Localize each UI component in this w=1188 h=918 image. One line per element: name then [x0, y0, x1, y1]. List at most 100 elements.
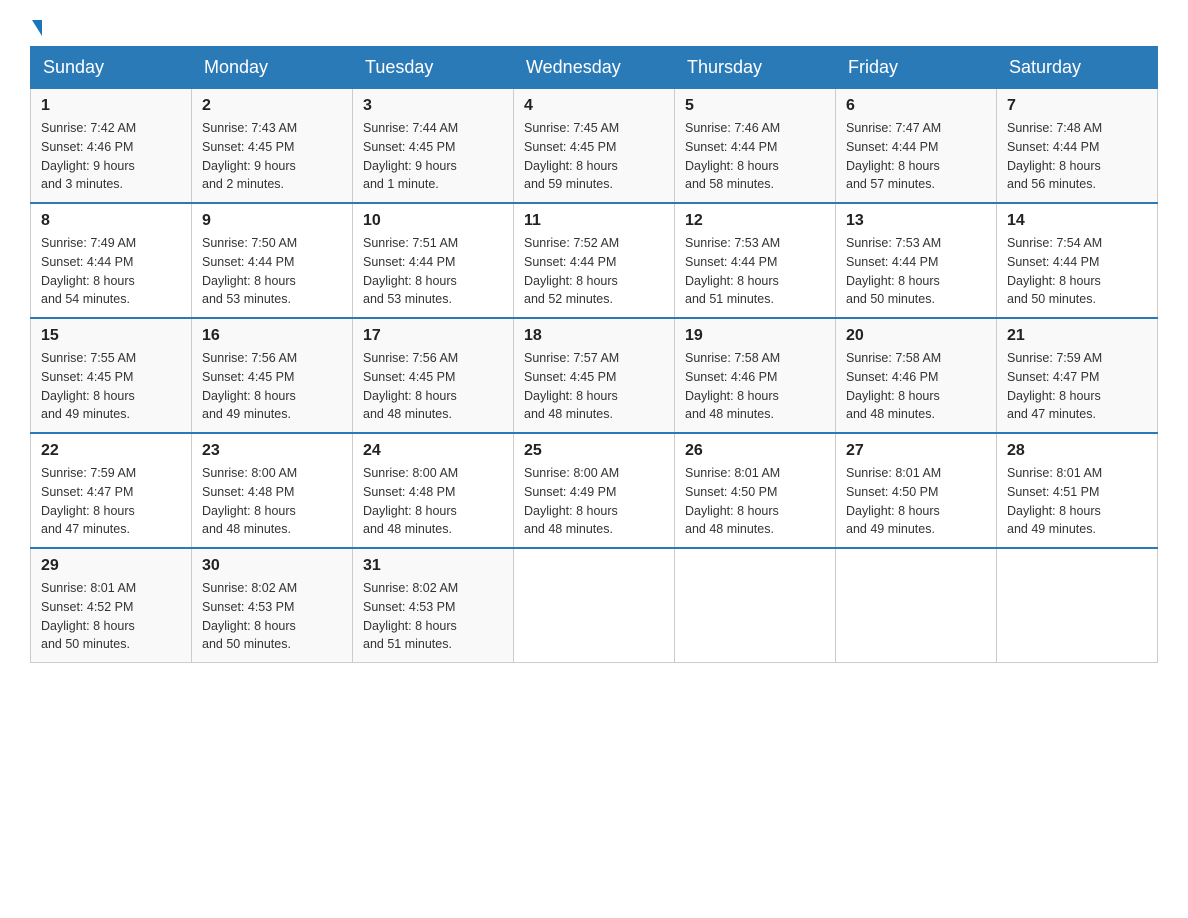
day-number: 29	[41, 557, 181, 575]
day-info: Sunrise: 7:47 AMSunset: 4:44 PMDaylight:…	[846, 119, 986, 194]
calendar-cell: 14 Sunrise: 7:54 AMSunset: 4:44 PMDayligh…	[997, 203, 1158, 318]
day-number: 31	[363, 557, 503, 575]
day-number: 26	[685, 442, 825, 460]
day-number: 30	[202, 557, 342, 575]
day-info: Sunrise: 7:49 AMSunset: 4:44 PMDaylight:…	[41, 234, 181, 309]
day-info: Sunrise: 7:51 AMSunset: 4:44 PMDaylight:…	[363, 234, 503, 309]
calendar-cell: 23Sunrise: 8:00 AMSunset: 4:48 PMDayligh…	[192, 433, 353, 548]
day-number: 25	[524, 442, 664, 460]
calendar-cell: 31 Sunrise: 8:02 AMSunset: 4:53 PMDayligh…	[353, 548, 514, 663]
day-number: 22	[41, 442, 181, 460]
calendar-cell: 12 Sunrise: 7:53 AMSunset: 4:44 PMDayligh…	[675, 203, 836, 318]
calendar-cell: 17 Sunrise: 7:56 AMSunset: 4:45 PMDayligh…	[353, 318, 514, 433]
day-number: 4	[524, 97, 664, 115]
day-info: Sunrise: 7:44 AMSunset: 4:45 PMDaylight:…	[363, 119, 503, 194]
calendar-week-row: 22Sunrise: 7:59 AMSunset: 4:47 PMDayligh…	[31, 433, 1158, 548]
day-info: Sunrise: 8:02 AMSunset: 4:53 PMDaylight:…	[363, 579, 503, 654]
weekday-header-monday: Monday	[192, 47, 353, 89]
calendar-cell: 30 Sunrise: 8:02 AMSunset: 4:53 PMDayligh…	[192, 548, 353, 663]
calendar-cell: 25 Sunrise: 8:00 AMSunset: 4:49 PMDayligh…	[514, 433, 675, 548]
calendar-cell: 15Sunrise: 7:55 AMSunset: 4:45 PMDayligh…	[31, 318, 192, 433]
day-info: Sunrise: 8:00 AMSunset: 4:48 PMDaylight:…	[363, 464, 503, 539]
calendar-week-row: 1 Sunrise: 7:42 AMSunset: 4:46 PMDaylight…	[31, 89, 1158, 204]
weekday-header-thursday: Thursday	[675, 47, 836, 89]
day-number: 15	[41, 327, 181, 345]
calendar-week-row: 15Sunrise: 7:55 AMSunset: 4:45 PMDayligh…	[31, 318, 1158, 433]
day-number: 2	[202, 97, 342, 115]
day-info: Sunrise: 7:58 AMSunset: 4:46 PMDaylight:…	[846, 349, 986, 424]
day-number: 27	[846, 442, 986, 460]
day-number: 6	[846, 97, 986, 115]
day-number: 3	[363, 97, 503, 115]
calendar-cell: 10 Sunrise: 7:51 AMSunset: 4:44 PMDayligh…	[353, 203, 514, 318]
calendar-cell: 8 Sunrise: 7:49 AMSunset: 4:44 PMDaylight…	[31, 203, 192, 318]
weekday-header-tuesday: Tuesday	[353, 47, 514, 89]
weekday-header-sunday: Sunday	[31, 47, 192, 89]
day-info: Sunrise: 8:01 AMSunset: 4:50 PMDaylight:…	[685, 464, 825, 539]
calendar-cell: 13 Sunrise: 7:53 AMSunset: 4:44 PMDayligh…	[836, 203, 997, 318]
logo-triangle-icon	[32, 20, 42, 36]
day-info: Sunrise: 8:01 AMSunset: 4:50 PMDaylight:…	[846, 464, 986, 539]
calendar-cell: 1 Sunrise: 7:42 AMSunset: 4:46 PMDaylight…	[31, 89, 192, 204]
day-info: Sunrise: 7:56 AMSunset: 4:45 PMDaylight:…	[363, 349, 503, 424]
calendar-table: SundayMondayTuesdayWednesdayThursdayFrid…	[30, 46, 1158, 663]
day-number: 11	[524, 212, 664, 230]
day-number: 17	[363, 327, 503, 345]
day-info: Sunrise: 8:02 AMSunset: 4:53 PMDaylight:…	[202, 579, 342, 654]
calendar-cell: 24Sunrise: 8:00 AMSunset: 4:48 PMDayligh…	[353, 433, 514, 548]
day-info: Sunrise: 7:52 AMSunset: 4:44 PMDaylight:…	[524, 234, 664, 309]
day-number: 19	[685, 327, 825, 345]
day-number: 20	[846, 327, 986, 345]
calendar-cell: 26 Sunrise: 8:01 AMSunset: 4:50 PMDayligh…	[675, 433, 836, 548]
calendar-cell: 19Sunrise: 7:58 AMSunset: 4:46 PMDayligh…	[675, 318, 836, 433]
day-number: 28	[1007, 442, 1147, 460]
logo	[30, 20, 42, 36]
weekday-header-friday: Friday	[836, 47, 997, 89]
day-number: 10	[363, 212, 503, 230]
calendar-cell	[836, 548, 997, 663]
day-number: 9	[202, 212, 342, 230]
calendar-cell: 6 Sunrise: 7:47 AMSunset: 4:44 PMDaylight…	[836, 89, 997, 204]
calendar-cell: 4 Sunrise: 7:45 AMSunset: 4:45 PMDaylight…	[514, 89, 675, 204]
day-info: Sunrise: 8:01 AMSunset: 4:52 PMDaylight:…	[41, 579, 181, 654]
calendar-cell: 3 Sunrise: 7:44 AMSunset: 4:45 PMDaylight…	[353, 89, 514, 204]
day-info: Sunrise: 8:01 AMSunset: 4:51 PMDaylight:…	[1007, 464, 1147, 539]
day-number: 21	[1007, 327, 1147, 345]
calendar-week-row: 8 Sunrise: 7:49 AMSunset: 4:44 PMDaylight…	[31, 203, 1158, 318]
day-number: 16	[202, 327, 342, 345]
day-number: 13	[846, 212, 986, 230]
weekday-header-saturday: Saturday	[997, 47, 1158, 89]
day-number: 18	[524, 327, 664, 345]
calendar-cell: 21 Sunrise: 7:59 AMSunset: 4:47 PMDayligh…	[997, 318, 1158, 433]
day-info: Sunrise: 7:53 AMSunset: 4:44 PMDaylight:…	[685, 234, 825, 309]
calendar-cell	[675, 548, 836, 663]
day-info: Sunrise: 7:50 AMSunset: 4:44 PMDaylight:…	[202, 234, 342, 309]
calendar-week-row: 29 Sunrise: 8:01 AMSunset: 4:52 PMDayligh…	[31, 548, 1158, 663]
day-info: Sunrise: 7:56 AMSunset: 4:45 PMDaylight:…	[202, 349, 342, 424]
day-number: 1	[41, 97, 181, 115]
calendar-cell: 16 Sunrise: 7:56 AMSunset: 4:45 PMDayligh…	[192, 318, 353, 433]
day-info: Sunrise: 7:53 AMSunset: 4:44 PMDaylight:…	[846, 234, 986, 309]
weekday-header-wednesday: Wednesday	[514, 47, 675, 89]
day-info: Sunrise: 7:59 AMSunset: 4:47 PMDaylight:…	[1007, 349, 1147, 424]
calendar-cell	[997, 548, 1158, 663]
day-number: 5	[685, 97, 825, 115]
day-info: Sunrise: 7:54 AMSunset: 4:44 PMDaylight:…	[1007, 234, 1147, 309]
calendar-cell: 2 Sunrise: 7:43 AMSunset: 4:45 PMDaylight…	[192, 89, 353, 204]
calendar-cell: 9 Sunrise: 7:50 AMSunset: 4:44 PMDaylight…	[192, 203, 353, 318]
day-info: Sunrise: 7:46 AMSunset: 4:44 PMDaylight:…	[685, 119, 825, 194]
weekday-header-row: SundayMondayTuesdayWednesdayThursdayFrid…	[31, 47, 1158, 89]
calendar-cell: 20 Sunrise: 7:58 AMSunset: 4:46 PMDayligh…	[836, 318, 997, 433]
day-info: Sunrise: 7:48 AMSunset: 4:44 PMDaylight:…	[1007, 119, 1147, 194]
day-info: Sunrise: 7:45 AMSunset: 4:45 PMDaylight:…	[524, 119, 664, 194]
calendar-cell: 18 Sunrise: 7:57 AMSunset: 4:45 PMDayligh…	[514, 318, 675, 433]
day-info: Sunrise: 7:57 AMSunset: 4:45 PMDaylight:…	[524, 349, 664, 424]
day-number: 14	[1007, 212, 1147, 230]
day-info: Sunrise: 7:42 AMSunset: 4:46 PMDaylight:…	[41, 119, 181, 194]
calendar-cell: 22Sunrise: 7:59 AMSunset: 4:47 PMDayligh…	[31, 433, 192, 548]
day-info: Sunrise: 7:43 AMSunset: 4:45 PMDaylight:…	[202, 119, 342, 194]
calendar-cell: 27 Sunrise: 8:01 AMSunset: 4:50 PMDayligh…	[836, 433, 997, 548]
day-number: 8	[41, 212, 181, 230]
day-info: Sunrise: 8:00 AMSunset: 4:49 PMDaylight:…	[524, 464, 664, 539]
day-number: 12	[685, 212, 825, 230]
